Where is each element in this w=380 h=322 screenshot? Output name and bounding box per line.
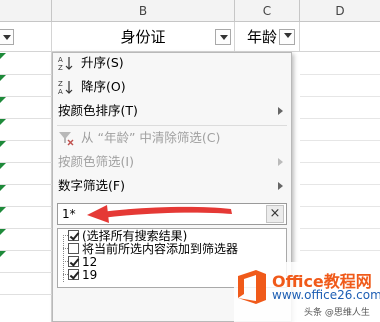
row-line	[300, 140, 380, 141]
menu-item-sort-asc[interactable]: A Z 升序(S)	[53, 52, 291, 74]
error-indicator-icon	[0, 119, 6, 125]
select-all-label: (选择所有搜索结果)	[82, 229, 188, 243]
list-item-add-to-filter[interactable]: 将当前所选内容添加到筛选器	[68, 242, 283, 256]
header-age-label: 年龄	[247, 28, 278, 46]
error-indicator-icon	[0, 75, 6, 81]
svg-text:Z: Z	[58, 64, 63, 71]
row-line	[0, 294, 52, 295]
age-filter-dropdown-icon[interactable]	[279, 29, 295, 45]
column-header-b[interactable]: B	[52, 0, 235, 22]
menu-item-sort-by-color[interactable]: 按颜色排序(T)	[53, 100, 291, 122]
watermark-url: www.office26.com	[272, 288, 380, 302]
error-indicator-icon	[0, 207, 6, 213]
select-all-checkbox[interactable]	[68, 230, 79, 241]
error-indicator-icon	[0, 229, 6, 235]
row-line	[0, 184, 52, 185]
error-indicator-icon	[0, 53, 6, 59]
filter-by-color-label: 按颜色筛选(I)	[58, 154, 134, 169]
watermark-logo: Office教程网 www.office26.com 头条 @思维人生	[234, 262, 380, 322]
submenu-arrow-icon	[278, 158, 283, 166]
column-header-d-label: D	[335, 4, 345, 18]
sort-ascending-icon: A Z	[58, 56, 73, 71]
row-line	[0, 272, 52, 273]
column-header-d[interactable]: D	[300, 0, 380, 22]
row-line	[300, 118, 380, 119]
add-to-filter-label: 将当前所选内容添加到筛选器	[82, 242, 239, 256]
row-line	[0, 228, 52, 229]
row-line	[300, 96, 380, 97]
svg-text:Z: Z	[58, 80, 63, 88]
error-indicator-icon	[0, 97, 6, 103]
annotation-arrow	[87, 205, 232, 223]
row-line	[0, 118, 52, 119]
header-id-card-label: 身份证	[120, 28, 166, 46]
svg-text:A: A	[58, 88, 63, 95]
row-line	[300, 228, 380, 229]
error-indicator-icon	[0, 163, 6, 169]
error-indicator-icon	[0, 251, 6, 257]
value-19-checkbox[interactable]	[68, 269, 79, 280]
sort-by-color-label: 按颜色排序(T)	[58, 103, 138, 118]
value-12-checkbox[interactable]	[68, 256, 79, 267]
menu-item-filter-by-color[interactable]: 按颜色筛选(I)	[53, 151, 291, 173]
clear-search-icon[interactable]: ×	[266, 205, 284, 223]
menu-separator	[57, 125, 287, 126]
column-header-b-label: B	[138, 4, 148, 18]
list-item-select-all[interactable]: (选择所有搜索结果)	[68, 229, 283, 243]
svg-text:A: A	[58, 56, 63, 64]
error-indicator-icon	[0, 141, 6, 147]
row-line	[0, 250, 52, 251]
clear-filter-label: 从 “年龄” 中清除筛选(C)	[81, 130, 221, 145]
row-line	[300, 162, 380, 163]
column-header-c-label: C	[262, 4, 272, 18]
submenu-arrow-icon	[278, 107, 283, 115]
sort-descending-icon: Z A	[58, 80, 73, 95]
header-cell-id-card[interactable]: 身份证	[52, 22, 235, 52]
row-line	[300, 206, 380, 207]
id-card-filter-dropdown-icon[interactable]	[215, 29, 231, 45]
error-indicator-icon	[0, 185, 6, 191]
submenu-arrow-icon	[278, 182, 283, 190]
column-a-cells[interactable]	[0, 52, 52, 322]
menu-item-clear-filter[interactable]: 从 “年龄” 中清除筛选(C)	[53, 127, 291, 149]
row-line	[300, 74, 380, 75]
row-line	[0, 96, 52, 97]
clear-filter-icon	[59, 132, 74, 146]
sort-asc-label: 升序(S)	[81, 55, 124, 70]
office-logo-icon	[238, 270, 266, 304]
row-line	[300, 184, 380, 185]
value-12-label: 12	[82, 255, 98, 269]
row-line	[300, 250, 380, 251]
row-line	[0, 206, 52, 207]
menu-item-number-filters[interactable]: 数字筛选(F)	[53, 175, 291, 197]
column-header-c[interactable]: C	[235, 0, 300, 22]
menu-item-sort-desc[interactable]: Z A 降序(O)	[53, 76, 291, 98]
number-filters-label: 数字筛选(F)	[58, 178, 125, 193]
row-line	[0, 74, 52, 75]
add-to-filter-checkbox[interactable]	[68, 243, 79, 254]
watermark-credit: 头条 @思维人生	[304, 308, 370, 318]
column-header-a[interactable]	[0, 0, 52, 22]
row-line	[0, 162, 52, 163]
sort-desc-label: 降序(O)	[81, 79, 126, 94]
value-19-label: 19	[82, 268, 98, 282]
row-line	[0, 140, 52, 141]
header-cell-d[interactable]	[300, 22, 380, 52]
dropdown-icon[interactable]	[0, 29, 14, 45]
